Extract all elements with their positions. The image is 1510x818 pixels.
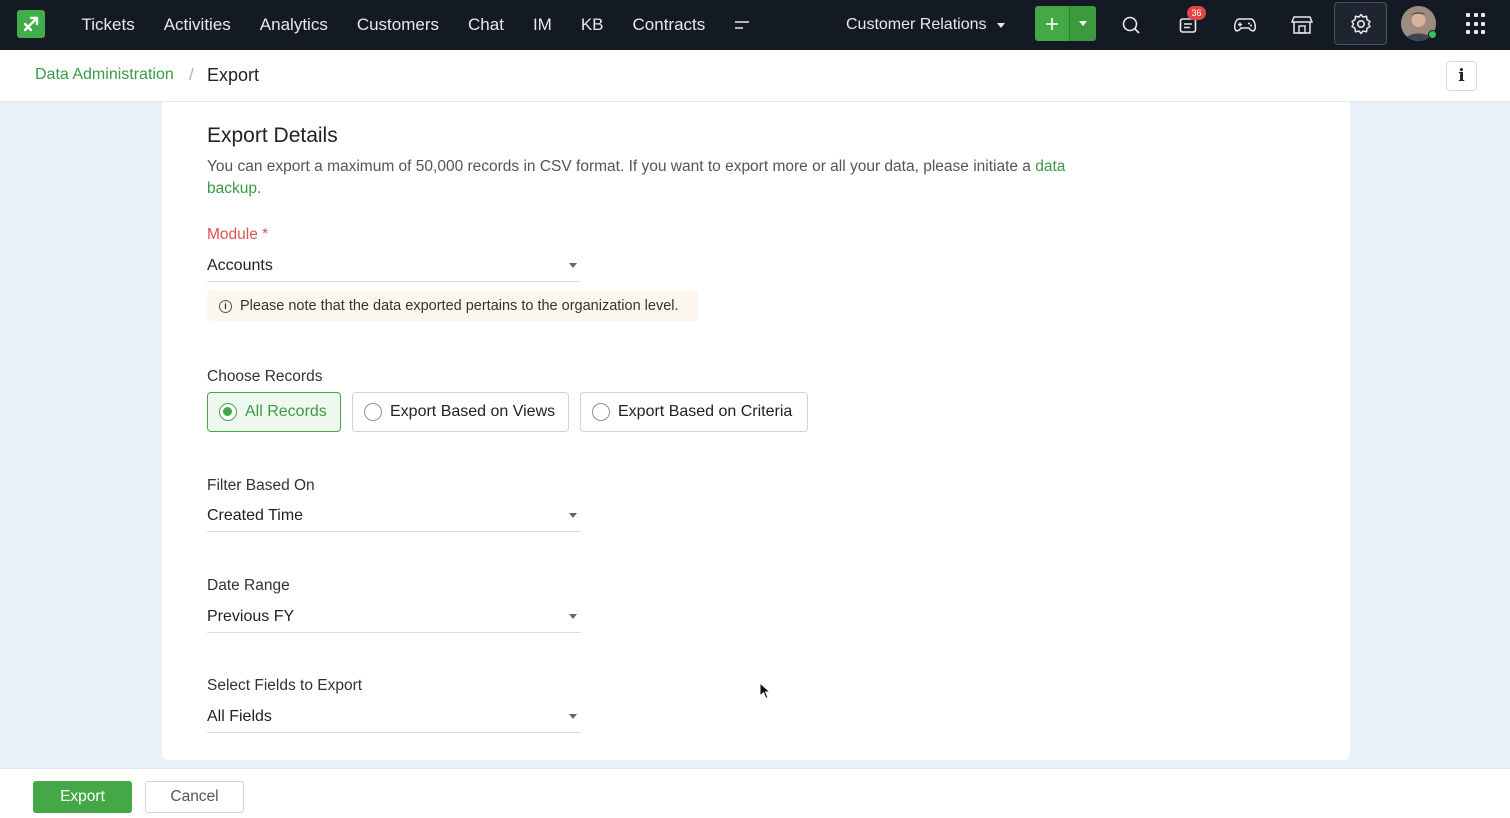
online-status-dot xyxy=(1428,30,1437,39)
filter-based-on-select[interactable]: Created Time xyxy=(207,500,581,532)
radio-selected-icon xyxy=(219,403,237,421)
radio-unselected-icon xyxy=(592,403,610,421)
avatar[interactable] xyxy=(1401,6,1437,41)
module-label: Module * xyxy=(207,226,269,243)
department-name: Customer Relations xyxy=(846,16,987,33)
nav-activities[interactable]: Activities xyxy=(149,0,245,50)
module-value: Accounts xyxy=(207,256,273,274)
choose-records-label: Choose Records xyxy=(207,368,323,385)
chevron-down-icon xyxy=(569,513,577,518)
nav-kb[interactable]: KB xyxy=(566,0,618,50)
date-range-value: Previous FY xyxy=(207,607,295,625)
nav-chat[interactable]: Chat xyxy=(454,0,519,50)
breadcrumb: Data Administration / Export i xyxy=(0,50,1510,102)
note-text: Please note that the data exported perta… xyxy=(240,298,679,314)
breadcrumb-separator: / xyxy=(189,65,194,84)
radio-label: Export Based on Views xyxy=(390,403,556,420)
radio-label: Export Based on Criteria xyxy=(618,403,793,420)
section-title: Export Details xyxy=(207,124,338,147)
filter-based-on-label: Filter Based On xyxy=(207,477,315,494)
more-menu-icon[interactable] xyxy=(720,0,764,50)
organization-level-note: i Please note that the data exported per… xyxy=(207,291,698,321)
radio-export-based-on-criteria[interactable]: Export Based on Criteria xyxy=(580,392,808,432)
export-button[interactable]: Export xyxy=(33,781,132,813)
chevron-down-icon xyxy=(569,714,577,719)
department-selector[interactable]: Customer Relations xyxy=(846,0,1005,50)
chevron-down-icon xyxy=(1079,21,1087,26)
description-text: You can export a maximum of 50,000 recor… xyxy=(207,158,1036,175)
chevron-down-icon xyxy=(569,263,577,268)
date-range-select[interactable]: Previous FY xyxy=(207,601,581,633)
page-title: Export xyxy=(207,65,260,85)
nav-contracts[interactable]: Contracts xyxy=(618,0,720,50)
search-icon[interactable] xyxy=(1114,8,1148,42)
chevron-down-icon xyxy=(996,22,1005,28)
add-new-button xyxy=(1035,6,1096,41)
select-fields-select[interactable]: All Fields xyxy=(207,701,581,733)
nav-im[interactable]: IM xyxy=(518,0,566,50)
plus-icon[interactable] xyxy=(1035,6,1069,41)
mouse-cursor-icon xyxy=(759,681,772,705)
nav-customers[interactable]: Customers xyxy=(342,0,453,50)
marketplace-icon[interactable] xyxy=(1285,8,1319,42)
export-description: You can export a maximum of 50,000 recor… xyxy=(207,156,1107,200)
filter-value: Created Time xyxy=(207,506,304,524)
select-fields-label: Select Fields to Export xyxy=(207,677,363,694)
radio-export-based-on-views[interactable]: Export Based on Views xyxy=(352,392,569,432)
main-nav: Tickets Activities Analytics Customers C… xyxy=(67,0,764,50)
radio-all-records[interactable]: All Records xyxy=(207,392,341,432)
description-end: . xyxy=(256,180,262,197)
gamepad-icon[interactable] xyxy=(1228,8,1262,42)
app-logo-icon[interactable] xyxy=(17,10,45,38)
info-icon[interactable]: i xyxy=(1446,61,1477,91)
add-dropdown-button[interactable] xyxy=(1069,6,1096,41)
chevron-down-icon xyxy=(569,614,577,619)
radio-label: All Records xyxy=(245,403,327,420)
notification-badge: 36 xyxy=(1187,6,1206,20)
top-navigation-bar: Tickets Activities Analytics Customers C… xyxy=(0,0,1510,50)
nav-analytics[interactable]: Analytics xyxy=(245,0,342,50)
form-footer: Export Cancel xyxy=(0,768,1510,818)
gear-icon[interactable] xyxy=(1334,2,1387,45)
module-select[interactable]: Accounts xyxy=(207,250,581,282)
cancel-button[interactable]: Cancel xyxy=(145,781,244,813)
breadcrumb-data-administration[interactable]: Data Administration xyxy=(35,66,174,84)
info-circle-icon: i xyxy=(219,299,232,313)
export-details-card: Export Details You can export a maximum … xyxy=(162,102,1350,760)
date-range-label: Date Range xyxy=(207,577,290,594)
apps-grid-icon[interactable] xyxy=(1466,13,1488,35)
fields-value: All Fields xyxy=(207,707,272,725)
nav-tickets[interactable]: Tickets xyxy=(67,0,149,50)
radio-unselected-icon xyxy=(364,403,382,421)
